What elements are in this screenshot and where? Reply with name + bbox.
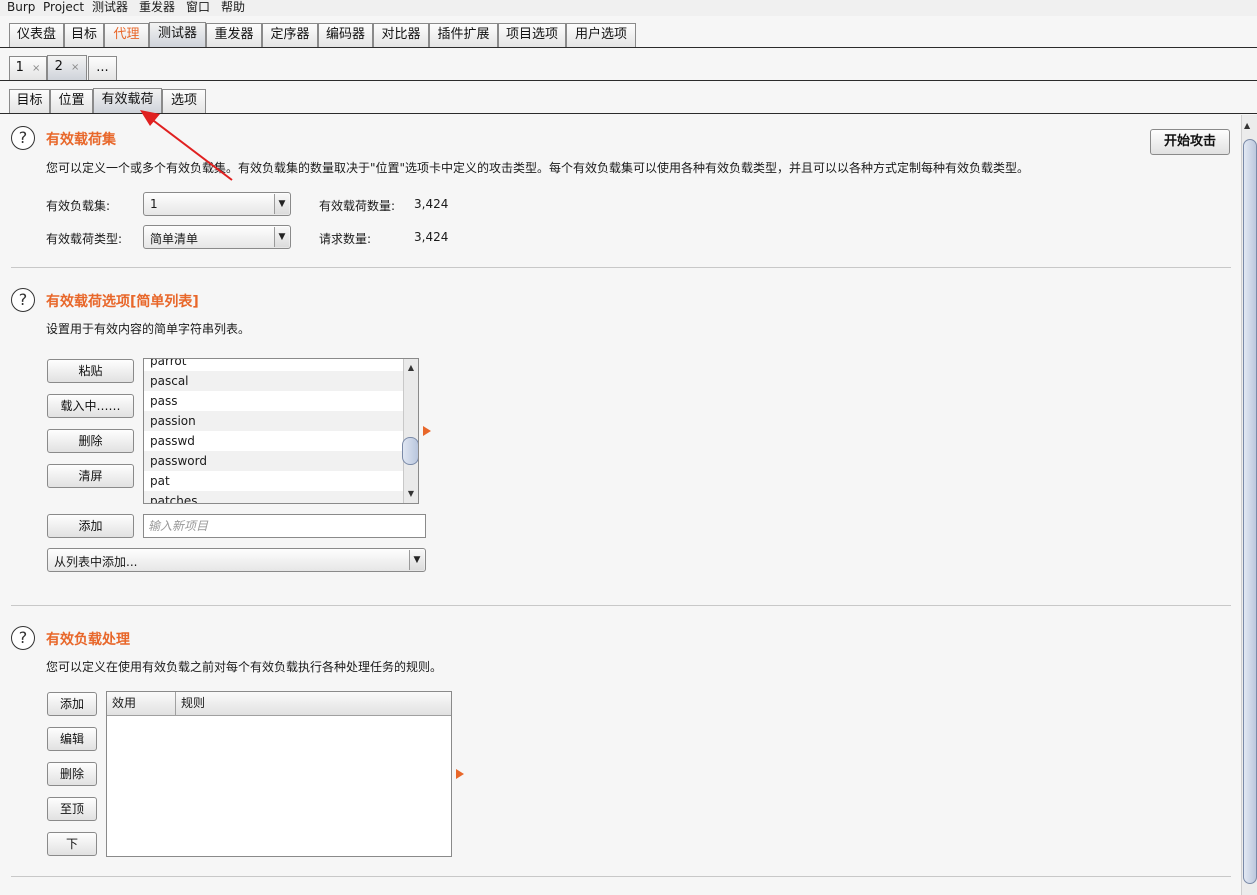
list-item[interactable]: patches	[144, 491, 404, 503]
list-item[interactable]: parrot	[144, 359, 404, 371]
paste-button[interactable]: 粘贴	[47, 359, 134, 383]
remove-rule-button[interactable]: 删除	[47, 762, 97, 786]
menu-repeater[interactable]: 重发器	[139, 0, 175, 14]
section-separator	[11, 605, 1231, 606]
column-rule[interactable]: 规则	[176, 692, 451, 715]
add-from-list-value: 从列表中添加...	[54, 555, 138, 569]
tab-decoder[interactable]: 编码器	[318, 23, 373, 47]
move-down-button[interactable]: 下	[47, 832, 97, 856]
sub-tab-strip: 目标 位置 有效载荷 选项	[0, 88, 1257, 113]
list-item[interactable]: pat	[144, 471, 404, 491]
menu-window[interactable]: 窗口	[186, 0, 210, 14]
payload-count-label: 有效载荷数量:	[319, 199, 396, 213]
tab-sequencer[interactable]: 定序器	[262, 23, 318, 47]
section-separator	[11, 267, 1231, 268]
scroll-thumb[interactable]	[402, 437, 418, 465]
scroll-up-icon[interactable]: ▲	[404, 361, 418, 375]
list-scrollbar[interactable]: ▲ ▼	[402, 359, 418, 503]
list-item[interactable]: pass	[144, 391, 404, 411]
payload-type-select[interactable]: 简单清单 ▼	[143, 225, 291, 249]
menu-project[interactable]: Project	[43, 0, 84, 14]
column-enabled[interactable]: 效用	[107, 692, 176, 715]
new-item-field[interactable]	[143, 514, 426, 538]
help-icon[interactable]: ?	[11, 126, 35, 150]
subtab-target[interactable]: 目标	[9, 89, 50, 113]
add-rule-button[interactable]: 添加	[47, 692, 97, 716]
list-item[interactable]: password	[144, 451, 404, 471]
help-icon[interactable]: ?	[11, 626, 35, 650]
menu-intruder[interactable]: 测试器	[92, 0, 128, 14]
tab-user-options[interactable]: 用户选项	[566, 23, 636, 47]
payload-count-value: 3,424	[414, 197, 449, 211]
close-icon[interactable]: ×	[32, 63, 40, 74]
chevron-down-icon: ▼	[274, 194, 289, 214]
payload-processing-title: 有效负载处理	[46, 632, 130, 648]
subtab-positions[interactable]: 位置	[50, 89, 93, 113]
processing-rules-table[interactable]: 效用 规则	[106, 691, 452, 857]
divider	[0, 113, 1257, 114]
expand-arrow-icon[interactable]	[423, 426, 431, 436]
menu-bar: Burp Project 测试器 重发器 窗口 帮助	[0, 0, 1257, 16]
close-icon[interactable]: ×	[71, 62, 79, 73]
tab-target[interactable]: 目标	[64, 23, 104, 47]
tab-project-options[interactable]: 项目选项	[498, 23, 566, 47]
payload-options-description: 设置用于有效内容的简单字符串列表。	[46, 322, 251, 336]
tab-proxy[interactable]: 代理	[104, 23, 149, 47]
payload-list[interactable]: parrot pascal pass passion passwd passwo…	[143, 358, 419, 504]
menu-help[interactable]: 帮助	[221, 0, 245, 14]
request-count-value: 3,424	[414, 230, 449, 244]
main-tab-strip: 仪表盘 目标 代理 测试器 重发器 定序器 编码器 对比器 插件扩展 项目选项 …	[0, 22, 1257, 48]
remove-button[interactable]: 删除	[47, 429, 134, 453]
add-item-button[interactable]: 添加	[47, 514, 134, 538]
divider	[0, 47, 1257, 48]
panel-scrollbar[interactable]: ▲	[1241, 115, 1257, 895]
expand-arrow-icon[interactable]	[456, 769, 464, 779]
payload-sets-description: 您可以定义一个或多个有效负载集。有效负载集的数量取决于"位置"选项卡中定义的攻击…	[46, 161, 1030, 175]
scroll-thumb[interactable]	[1243, 139, 1257, 884]
payload-type-value: 简单清单	[150, 232, 199, 246]
subtab-payloads[interactable]: 有效载荷	[93, 88, 162, 113]
payload-set-select[interactable]: 1 ▼	[143, 192, 291, 216]
divider	[0, 80, 1257, 81]
help-icon[interactable]: ?	[11, 288, 35, 312]
payload-sets-title: 有效载荷集	[46, 132, 116, 148]
payload-type-label: 有效载荷类型:	[46, 232, 123, 246]
edit-rule-button[interactable]: 编辑	[47, 727, 97, 751]
attack-tab-2[interactable]: 2 ×	[47, 55, 87, 80]
tab-repeater[interactable]: 重发器	[206, 23, 262, 47]
payload-set-value: 1	[150, 197, 158, 211]
tab-dashboard[interactable]: 仪表盘	[9, 23, 64, 47]
scroll-up-icon[interactable]: ▲	[1244, 121, 1250, 130]
payload-processing-description: 您可以定义在使用有效负载之前对每个有效负载执行各种处理任务的规则。	[46, 660, 443, 674]
payload-options-title: 有效载荷选项[简单列表]	[46, 294, 199, 310]
move-top-button[interactable]: 至顶	[47, 797, 97, 821]
menu-burp[interactable]: Burp	[7, 0, 35, 14]
new-item-input[interactable]	[144, 515, 425, 537]
tab-comparer[interactable]: 对比器	[373, 23, 429, 47]
tab-intruder[interactable]: 测试器	[149, 22, 206, 47]
load-button[interactable]: 载入中……	[47, 394, 134, 418]
attack-tab-1[interactable]: 1 ×	[9, 56, 47, 80]
clear-button[interactable]: 清屏	[47, 464, 134, 488]
subtab-options[interactable]: 选项	[162, 89, 206, 113]
tab-extender[interactable]: 插件扩展	[429, 23, 498, 47]
request-count-label: 请求数量:	[319, 232, 372, 246]
scroll-down-icon[interactable]: ▼	[404, 487, 418, 501]
add-from-list-select[interactable]: 从列表中添加... ▼	[47, 548, 426, 572]
start-attack-button[interactable]: 开始攻击	[1150, 129, 1230, 155]
list-item[interactable]: passion	[144, 411, 404, 431]
attack-tab-strip: 1 × 2 × ...	[0, 55, 1257, 80]
list-item[interactable]: pascal	[144, 371, 404, 391]
section-separator	[11, 876, 1231, 877]
chevron-down-icon: ▼	[409, 550, 424, 570]
table-header: 效用 规则	[107, 692, 451, 716]
chevron-down-icon: ▼	[274, 227, 289, 247]
attack-tab-new[interactable]: ...	[88, 56, 117, 80]
payload-set-label: 有效负载集:	[46, 199, 111, 213]
list-item[interactable]: passwd	[144, 431, 404, 451]
